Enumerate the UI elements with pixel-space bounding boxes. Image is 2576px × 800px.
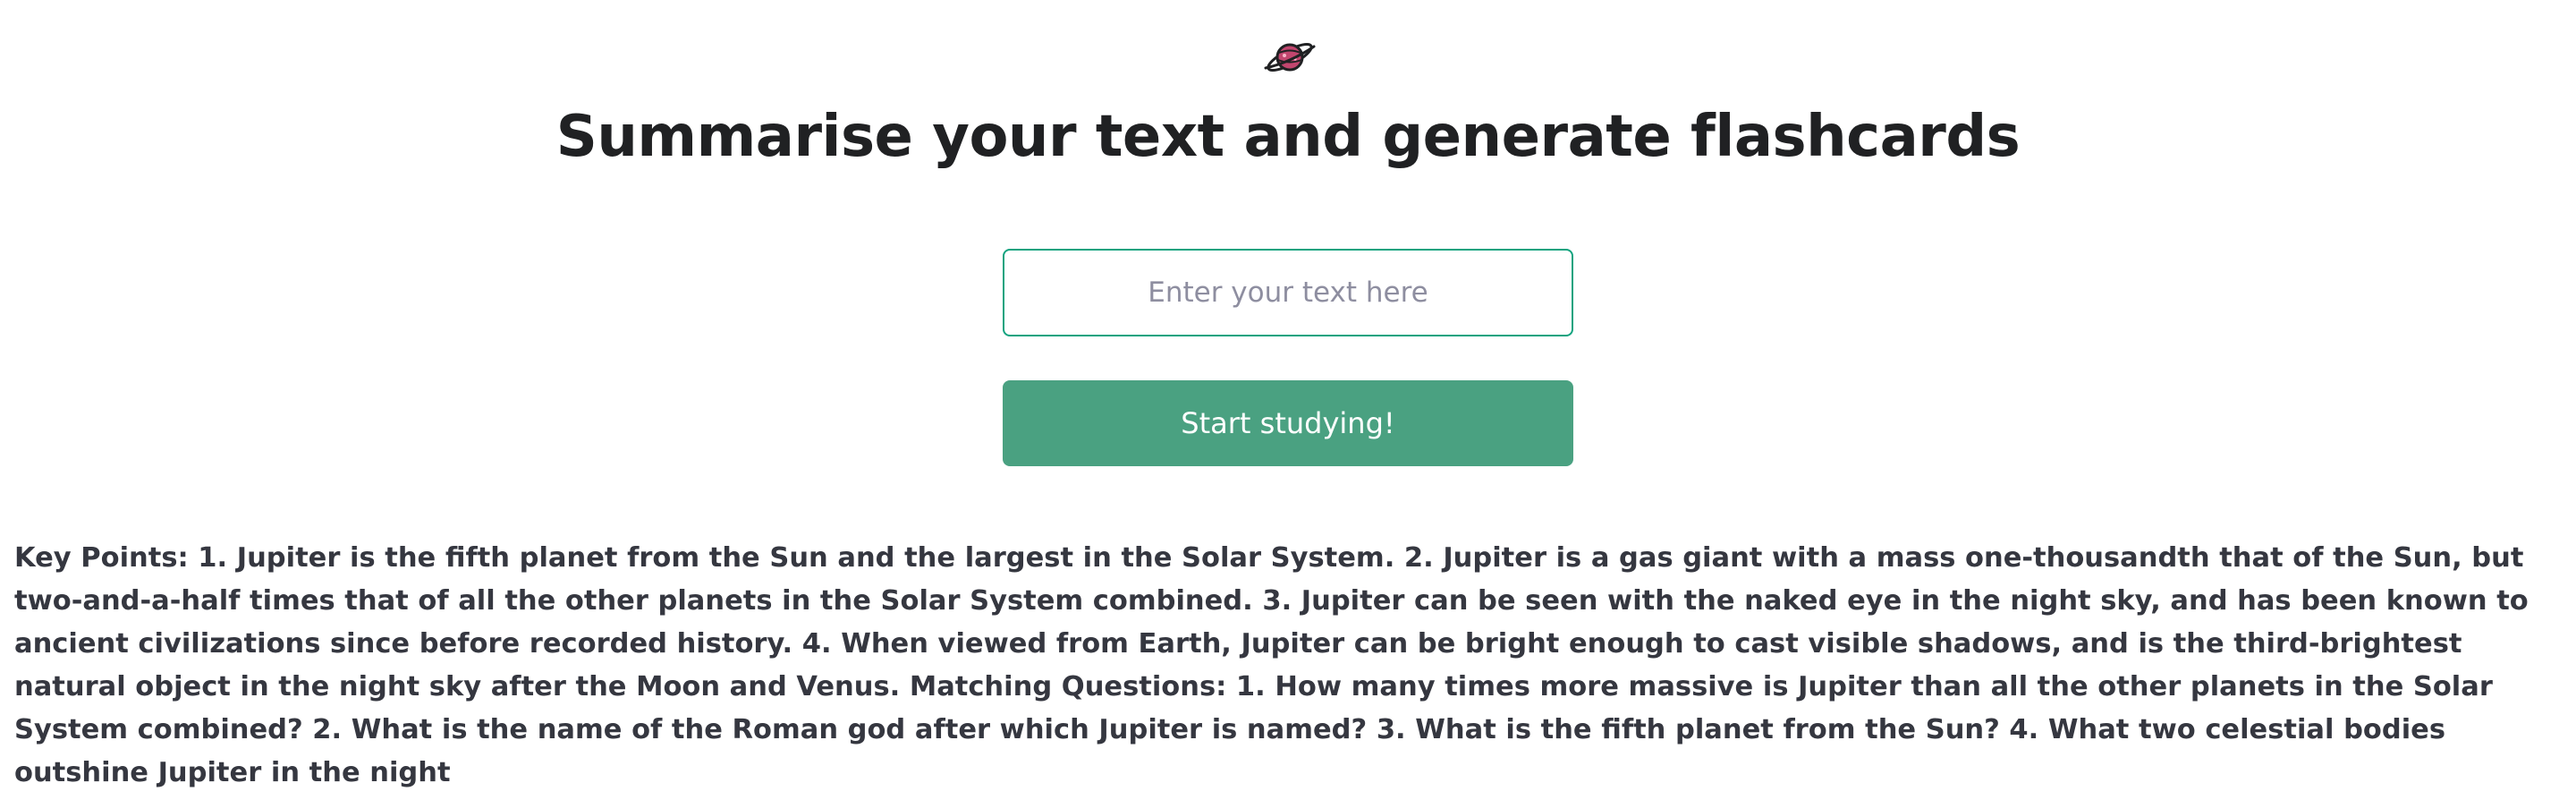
summary-result-text: Key Points: 1. Jupiter is the fifth plan… <box>14 542 2529 788</box>
planet-icon <box>1264 42 1316 72</box>
page-title: Summarise your text and generate flashca… <box>555 104 2021 170</box>
text-input[interactable] <box>1003 249 1573 336</box>
start-studying-button[interactable]: Start studying! <box>1003 380 1573 466</box>
